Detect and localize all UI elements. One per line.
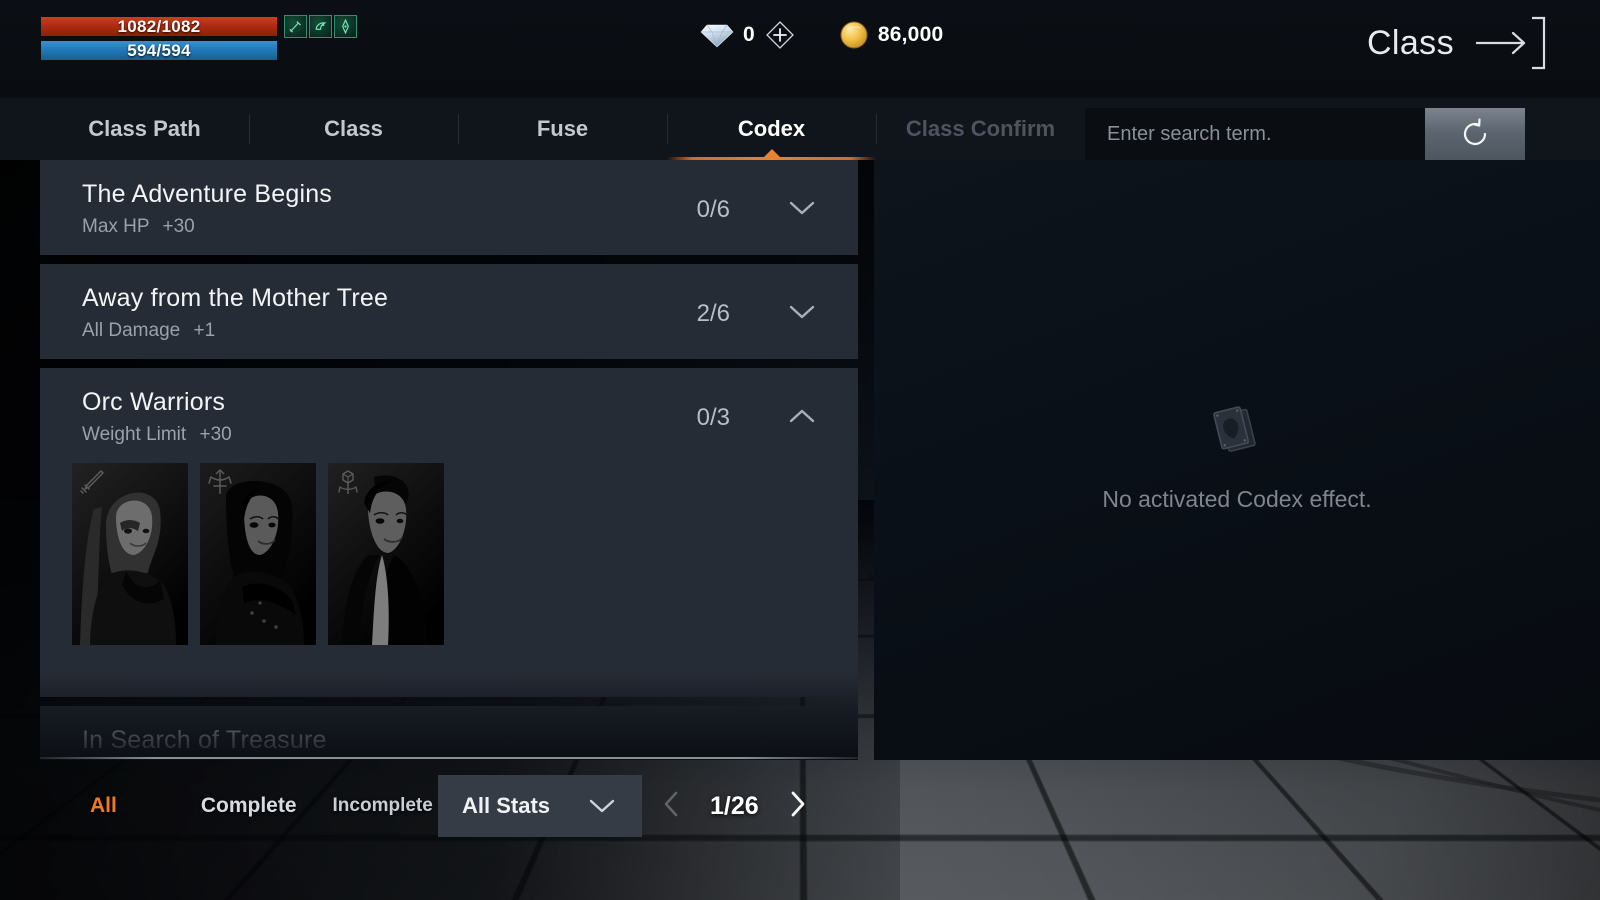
- tab-label: Codex: [738, 116, 805, 142]
- refresh-icon: [1456, 115, 1494, 153]
- tab-label: Class Confirm: [906, 116, 1055, 142]
- arrow-right-icon: [1472, 14, 1548, 72]
- mp-bar: 594/594: [40, 40, 278, 61]
- codex-title: The Adventure Begins: [82, 180, 858, 209]
- tab-class-confirm: Class Confirm: [876, 98, 1085, 160]
- plus-icon: [765, 20, 795, 50]
- top-hud: 1082/1082 594/594 0 86,000 Class: [0, 0, 1600, 98]
- staff-icon: [333, 467, 363, 497]
- codex-list: The Adventure Begins Max HP +30 0/6 Away…: [40, 160, 858, 760]
- bottom-filter-bar: All Complete Incomplete All Stats 1/26: [0, 775, 1600, 837]
- tab-label: Class: [324, 116, 383, 142]
- list-bottom-edge: [40, 757, 858, 759]
- codex-cards-icon: [1208, 400, 1266, 458]
- codex-character-card[interactable]: [328, 463, 444, 645]
- filter-complete[interactable]: Complete: [201, 794, 297, 818]
- codex-row-header[interactable]: In Search of Treasure: [40, 706, 858, 760]
- buff-icon-2[interactable]: [309, 15, 332, 38]
- codex-reward-value: +30: [163, 216, 195, 237]
- tab-codex[interactable]: Codex: [667, 98, 876, 160]
- page-indicator: 1/26: [710, 792, 759, 821]
- codex-reward-label: All Damage: [82, 320, 180, 341]
- buff-icon-1[interactable]: [284, 15, 307, 38]
- search-input[interactable]: [1085, 108, 1425, 160]
- pagination: 1/26: [660, 775, 809, 837]
- codex-row-header[interactable]: Away from the Mother Tree All Damage +1 …: [40, 264, 858, 359]
- chevron-left-icon[interactable]: [660, 789, 682, 824]
- chevron-down-icon[interactable]: [788, 302, 816, 322]
- gem-currency: 0: [700, 21, 755, 49]
- codex-progress-count: 2/6: [697, 300, 730, 328]
- mp-value: 594/594: [41, 41, 277, 60]
- player-vitals: 1082/1082 594/594: [40, 16, 278, 64]
- codex-title: Orc Warriors: [82, 388, 858, 417]
- codex-list-panel[interactable]: The Adventure Begins Max HP +30 0/6 Away…: [40, 160, 858, 760]
- exit-label: Class: [1367, 24, 1454, 63]
- filter-incomplete[interactable]: Incomplete: [333, 795, 433, 817]
- search-area: [1085, 108, 1525, 160]
- codex-title: Away from the Mother Tree: [82, 284, 858, 313]
- tab-class-path[interactable]: Class Path: [40, 98, 249, 160]
- codex-row[interactable]: The Adventure Begins Max HP +30 0/6: [40, 160, 858, 255]
- filter-all[interactable]: All: [90, 794, 117, 818]
- codex-row[interactable]: Away from the Mother Tree All Damage +1 …: [40, 264, 858, 359]
- codex-character-card[interactable]: [200, 463, 316, 645]
- codex-row-header[interactable]: Orc Warriors Weight Limit +30 0/3: [40, 368, 858, 463]
- diamond-icon: [700, 21, 734, 49]
- exit-to-class-button[interactable]: Class: [1367, 8, 1552, 78]
- codex-character-card[interactable]: [72, 463, 188, 645]
- codex-reward-value: +30: [199, 424, 231, 445]
- search-reset-button[interactable]: [1425, 108, 1525, 160]
- codex-card-grid: [40, 463, 858, 697]
- chevron-down-icon[interactable]: [788, 198, 816, 218]
- codex-reward: Max HP +30: [82, 216, 858, 238]
- completion-filters: All Complete Incomplete: [90, 775, 433, 837]
- chevron-down-icon: [588, 797, 616, 820]
- codex-progress-count: 0/6: [697, 196, 730, 224]
- codex-reward-label: Max HP: [82, 216, 149, 237]
- codex-effect-empty-state: No activated Codex effect.: [874, 400, 1600, 513]
- gem-amount: 0: [743, 23, 755, 47]
- codex-row[interactable]: In Search of Treasure: [40, 706, 858, 760]
- bow-icon: [205, 467, 235, 497]
- tab-label: Fuse: [537, 116, 588, 142]
- codex-row-header[interactable]: The Adventure Begins Max HP +30 0/6: [40, 160, 858, 255]
- gold-currency: 86,000: [839, 20, 943, 50]
- currency-bar: 0 86,000: [700, 20, 943, 50]
- hp-value: 1082/1082: [41, 17, 277, 36]
- codex-reward-label: Weight Limit: [82, 424, 186, 445]
- stat-filter-dropdown[interactable]: All Stats: [438, 775, 642, 837]
- sword-icon: [77, 467, 107, 497]
- codex-row[interactable]: Orc Warriors Weight Limit +30 0/3: [40, 368, 858, 697]
- tab-class[interactable]: Class: [249, 98, 458, 160]
- coin-icon: [839, 20, 869, 50]
- add-gem-button[interactable]: [765, 20, 795, 50]
- codex-reward-value: +1: [194, 320, 216, 341]
- hp-bar: 1082/1082: [40, 16, 278, 37]
- tab-fuse[interactable]: Fuse: [458, 98, 667, 160]
- chevron-right-icon[interactable]: [787, 789, 809, 824]
- codex-reward: All Damage +1: [82, 320, 858, 342]
- buff-icon-3[interactable]: [334, 15, 357, 38]
- game-ui-root: 1082/1082 594/594 0 86,000 Class Class P…: [0, 0, 1600, 900]
- codex-progress-count: 0/3: [697, 404, 730, 432]
- stat-filter-label: All Stats: [462, 793, 550, 819]
- codex-title: In Search of Treasure: [82, 726, 858, 755]
- chevron-up-icon[interactable]: [788, 406, 816, 426]
- active-tab-caret: [763, 149, 781, 158]
- gold-amount: 86,000: [878, 23, 943, 47]
- codex-reward: Weight Limit +30: [82, 424, 858, 446]
- buff-icon-list: [284, 15, 357, 38]
- codex-effect-panel: No activated Codex effect.: [874, 160, 1600, 760]
- codex-effect-empty-text: No activated Codex effect.: [1102, 486, 1371, 513]
- tab-label: Class Path: [88, 116, 201, 142]
